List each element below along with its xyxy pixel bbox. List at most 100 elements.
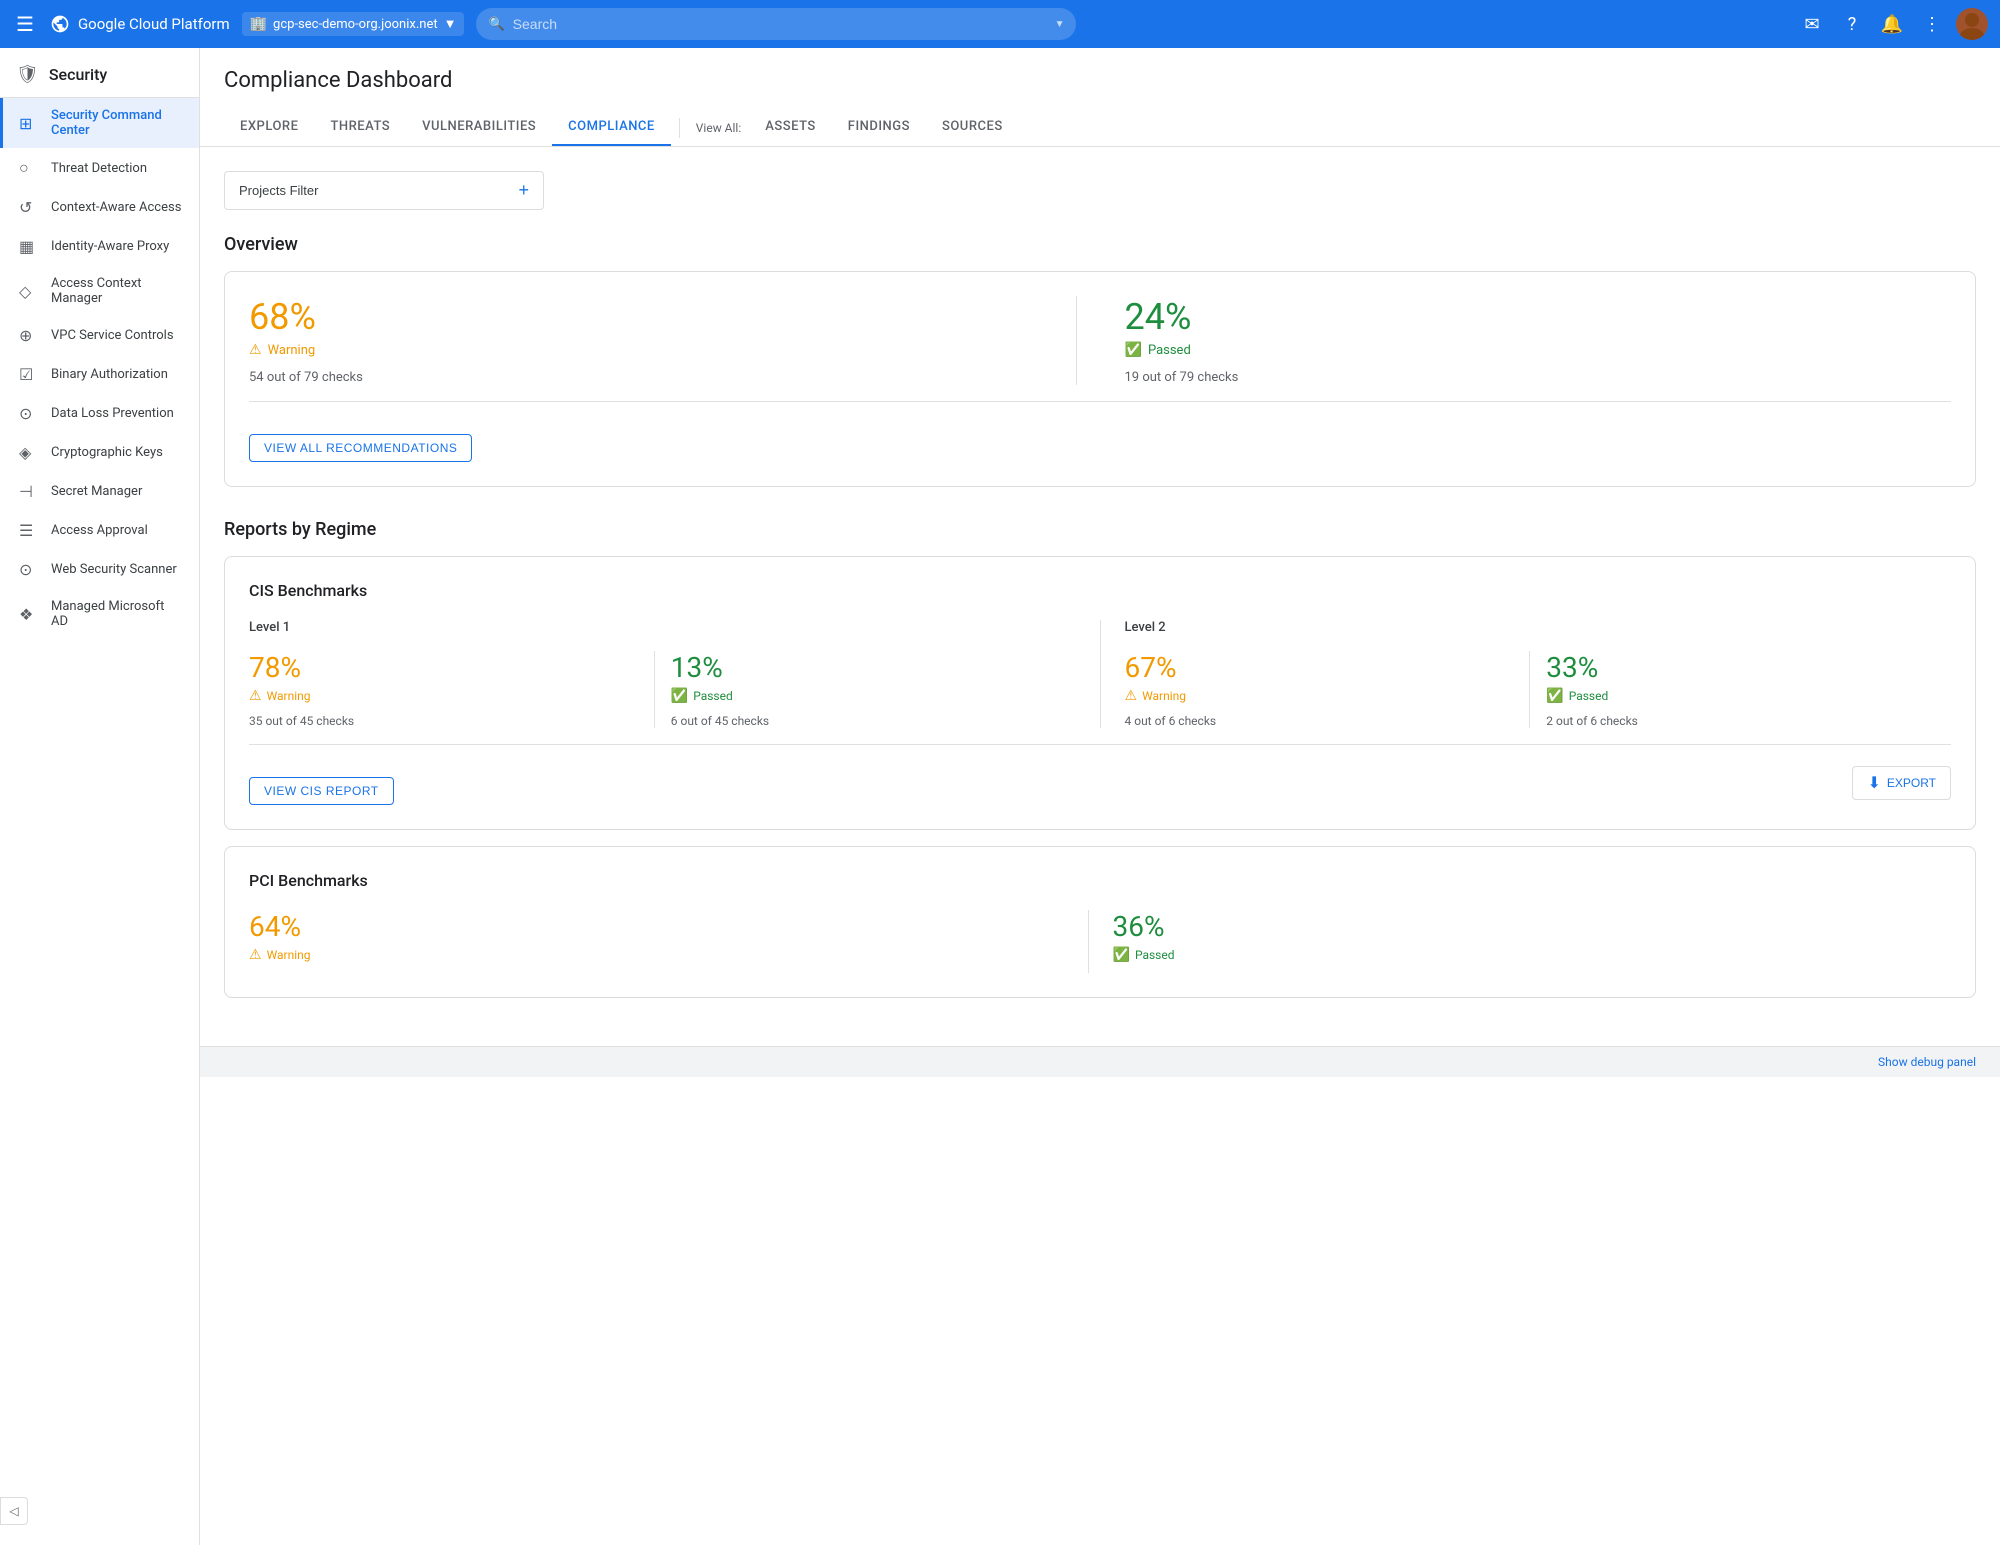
top-nav: ☰ Google Cloud Platform 🏢 gcp-sec-demo-o… [0,0,2000,48]
cis-l1-pass-icon: ✅ [671,688,688,704]
help-icon[interactable]: ? [1836,8,1868,40]
vpc-label: VPC Service Controls [51,328,174,343]
view-all-recommendations-button[interactable]: VIEW ALL RECOMMENDATIONS [249,434,472,462]
cis-level-1-metrics: 78% ⚠ Warning 35 out of 45 checks 13% [249,651,1076,728]
pci-warning-status: ⚠ Warning [249,947,1064,963]
page-title: Compliance Dashboard [224,68,1976,93]
cis-l2-passed-percent: 33% [1546,651,1935,684]
cis-l2-passed-label: Passed [1569,689,1609,703]
cis-l1-passed-label: Passed [693,689,733,703]
crypto-label: Cryptographic Keys [51,445,163,460]
content-area: Projects Filter + Overview 68% ⚠ W [200,147,2000,1046]
pci-passed-metric: 36% ✅ Passed [1089,910,1952,973]
cis-benchmarks-title: CIS Benchmarks [249,581,1951,600]
msad-label: Managed Microsoft AD [51,599,183,629]
cis-regime-actions: VIEW CIS REPORT ⬇ EXPORT [249,744,1951,805]
cis-export-button[interactable]: ⬇ EXPORT [1852,766,1951,800]
org-icon: 🏢 [250,16,267,32]
cis-l1-warning-checks: 35 out of 45 checks [249,714,638,728]
sidebar-collapse-button[interactable]: ◁ [0,1497,28,1525]
org-dropdown-icon: ▼ [444,16,457,32]
cis-l1-passed-percent: 13% [671,651,1060,684]
brand-name: Google Cloud Platform [78,15,230,33]
acm-label: Access Context Manager [51,276,183,306]
sidebar-item-identity-aware-proxy[interactable]: ▦ Identity-Aware Proxy [0,227,199,266]
overview-warning-checks: 54 out of 79 checks [249,370,1052,385]
org-chip[interactable]: 🏢 gcp-sec-demo-org.joonix.net ▼ [242,12,465,36]
tab-threats[interactable]: THREATS [314,109,406,146]
avatar-image [1956,8,1988,40]
view-all-label: View All: [688,111,750,145]
projects-filter-button[interactable]: Projects Filter + [224,171,544,210]
sidebar-item-cryptographic-keys[interactable]: ◈ Cryptographic Keys [0,433,199,472]
msad-icon: ❖ [19,605,39,624]
sidebar-item-access-approval[interactable]: ☰ Access Approval [0,511,199,550]
sidebar-item-web-security-scanner[interactable]: ⊙ Web Security Scanner [0,550,199,589]
shield-icon: 🛡 [16,64,39,85]
scanner-label: Web Security Scanner [51,562,177,577]
cis-level-2-passed-metric: 33% ✅ Passed 2 out of 6 checks [1530,651,1951,728]
cis-level-2-warning-metric: 67% ⚠ Warning 4 out of 6 checks [1125,651,1531,728]
sidebar-item-threat-detection[interactable]: ○ Threat Detection [0,148,199,188]
secret-icon: ⊣ [19,482,39,501]
tab-explore[interactable]: EXPLORE [224,109,314,146]
debug-bar[interactable]: Show debug panel [200,1046,2000,1077]
vpc-icon: ⊕ [19,326,39,345]
filter-plus-icon: + [518,180,529,201]
crypto-icon: ◈ [19,443,39,462]
tab-assets[interactable]: ASSETS [749,109,832,146]
overview-passed-status: ✅ Passed [1125,342,1928,358]
page-header: Compliance Dashboard EXPLORE THREATS VUL… [200,48,2000,147]
view-cis-report-button[interactable]: VIEW CIS REPORT [249,777,394,805]
sidebar-item-binary-authorization[interactable]: ☑ Binary Authorization [0,355,199,394]
sidebar-title: Security [49,65,107,84]
sidebar-item-managed-microsoft-ad[interactable]: ❖ Managed Microsoft AD [0,589,199,639]
filter-label: Projects Filter [239,183,318,198]
brand: Google Cloud Platform [50,14,230,34]
export-download-icon: ⬇ [1867,773,1880,793]
pci-benchmarks-title: PCI Benchmarks [249,871,1951,890]
tab-sources[interactable]: SOURCES [926,109,1019,146]
search-dropdown-icon[interactable]: ▼ [1055,19,1065,30]
email-icon[interactable]: ✉ [1796,8,1828,40]
cis-l2-warning-label: Warning [1142,689,1186,703]
sidebar-item-access-context-manager[interactable]: ◇ Access Context Manager [0,266,199,316]
cis-l1-passed-checks: 6 out of 45 checks [671,714,1060,728]
cis-l2-passed-status: ✅ Passed [1546,688,1935,704]
sidebar-item-secret-manager[interactable]: ⊣ Secret Manager [0,472,199,511]
pci-warning-percent: 64% [249,910,1064,943]
reports-by-regime-section: Reports by Regime CIS Benchmarks Level 1… [224,519,1976,998]
more-options-icon[interactable]: ⋮ [1916,8,1948,40]
iap-icon: ▦ [19,237,39,256]
sidebar-item-context-aware-access[interactable]: ↺ Context-Aware Access [0,188,199,227]
cis-l2-passed-checks: 2 out of 6 checks [1546,714,1935,728]
pci-benchmarks-card: PCI Benchmarks 64% ⚠ Warning 36% [224,846,1976,998]
cis-l1-warning-percent: 78% [249,651,638,684]
cis-l2-warning-checks: 4 out of 6 checks [1125,714,1514,728]
pci-passed-status: ✅ Passed [1113,947,1928,963]
sidebar-item-data-loss-prevention[interactable]: ⊙ Data Loss Prevention [0,394,199,433]
cis-l1-warning-status: ⚠ Warning [249,688,638,704]
sidebar-item-security-command-center[interactable]: ⊞ Security Command Center [0,98,199,148]
notifications-icon[interactable]: 🔔 [1876,8,1908,40]
overview-warning-percent: 68% [249,296,1052,338]
avatar[interactable] [1956,8,1988,40]
cis-benchmarks-card: CIS Benchmarks Level 1 78% ⚠ Warning [224,556,1976,830]
cis-level-1-passed-metric: 13% ✅ Passed 6 out of 45 checks [655,651,1076,728]
menu-icon[interactable]: ☰ [12,8,38,40]
search-icon: 🔍 [488,17,504,32]
cis-level-2-metrics: 67% ⚠ Warning 4 out of 6 checks 33% [1125,651,1952,728]
cis-level-2-group: Level 2 67% ⚠ Warning 4 out of 6 checks [1125,620,1952,728]
nav-icons: ✉ ? 🔔 ⋮ [1796,8,1988,40]
sidebar-item-vpc-service-controls[interactable]: ⊕ VPC Service Controls [0,316,199,355]
scc-label: Security Command Center [51,108,183,138]
export-label: EXPORT [1887,776,1936,790]
dlp-label: Data Loss Prevention [51,406,174,421]
search-input[interactable] [513,16,1047,32]
threat-icon: ○ [19,158,39,178]
acm-icon: ◇ [19,282,39,301]
tab-vulnerabilities[interactable]: VULNERABILITIES [406,109,552,146]
tab-compliance[interactable]: COMPLIANCE [552,109,671,146]
tab-findings[interactable]: FINDINGS [832,109,926,146]
context-label: Context-Aware Access [51,200,181,215]
